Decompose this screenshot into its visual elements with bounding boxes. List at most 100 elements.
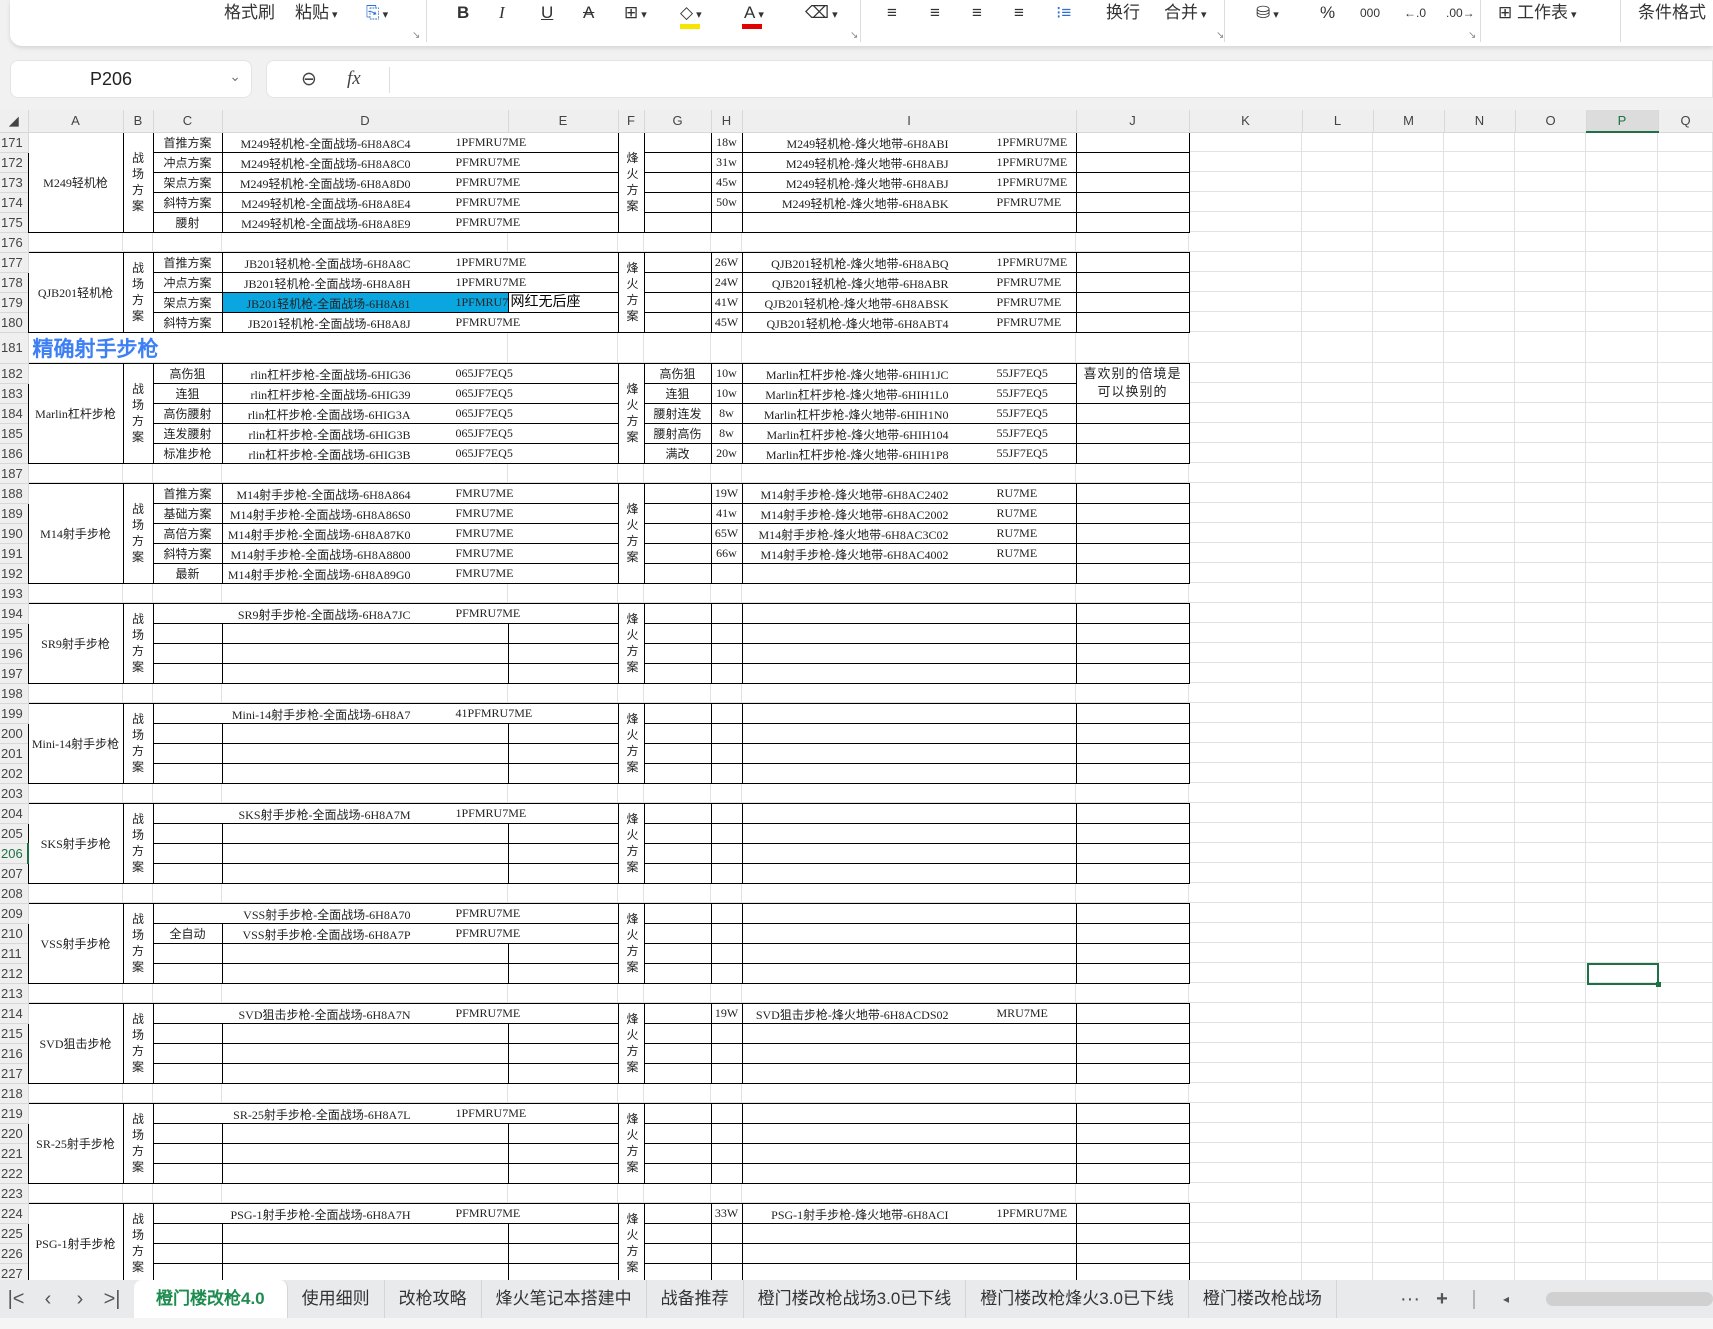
cell[interactable] xyxy=(1189,983,1302,1003)
cell[interactable] xyxy=(1515,563,1586,583)
zoom-out-icon[interactable]: ⊖ xyxy=(301,68,317,91)
cell[interactable] xyxy=(1586,643,1658,663)
cell[interactable] xyxy=(1075,1042,1190,1064)
cell[interactable] xyxy=(1076,332,1189,363)
battlefield-code[interactable]: M249轻机枪-全面战场-6H8A8C0 PFMRU7ME xyxy=(221,151,619,173)
column-header-G[interactable]: G xyxy=(644,110,712,133)
cell[interactable] xyxy=(1302,783,1373,803)
beacon-scheme-label[interactable] xyxy=(643,1022,712,1044)
beacon-scheme-label[interactable] xyxy=(643,562,712,584)
cell[interactable] xyxy=(1302,723,1373,743)
cell[interactable] xyxy=(1444,1243,1515,1263)
sheet-tab[interactable]: 使用细则 xyxy=(288,1280,385,1318)
cell[interactable] xyxy=(711,1183,742,1203)
cell[interactable] xyxy=(1189,1203,1302,1223)
copy-icon[interactable]: ⎘ ▾ xyxy=(366,2,388,26)
row-header-177[interactable]: 177 xyxy=(0,252,29,273)
cell[interactable] xyxy=(644,463,711,483)
row-header-202[interactable]: 202 xyxy=(0,763,29,784)
cell[interactable] xyxy=(1302,1203,1373,1223)
font-color-icon[interactable]: A ▾ xyxy=(742,2,764,29)
row-header-212[interactable]: 212 xyxy=(0,963,29,984)
row-header-217[interactable]: 217 xyxy=(0,1063,29,1084)
beacon-code[interactable]: Marlin杠杆步枪-烽火地带-6HIH1L0 55JF7EQ5 xyxy=(741,382,1077,404)
cell[interactable] xyxy=(1444,663,1515,683)
cell[interactable] xyxy=(1075,702,1190,724)
scheme-label[interactable]: 冲点方案 xyxy=(152,271,223,293)
cell[interactable] xyxy=(1586,543,1658,563)
cell[interactable] xyxy=(1075,151,1190,173)
scheme-label[interactable] xyxy=(152,862,223,884)
cell[interactable] xyxy=(1658,312,1713,332)
cell[interactable] xyxy=(1444,823,1515,843)
cell[interactable] xyxy=(1189,272,1302,292)
cell[interactable] xyxy=(742,883,1076,903)
cell[interactable] xyxy=(1658,703,1713,723)
cell[interactable] xyxy=(123,463,153,483)
battlefield-code[interactable]: M249轻机枪-全面战场-6H8A8E9 PFMRU7ME xyxy=(221,211,619,233)
cell[interactable] xyxy=(1189,1163,1302,1183)
cell[interactable] xyxy=(1515,923,1586,943)
battlefield-code[interactable]: rlin杠杆步枪-全面战场-6HIG39 065JF7EQ5 xyxy=(221,382,619,404)
cell[interactable] xyxy=(1658,212,1713,232)
cell[interactable] xyxy=(1302,843,1373,863)
battlefield-code[interactable]: M249轻机枪-全面战场-6H8A8E4 PFMRU7ME xyxy=(221,191,619,213)
price-value[interactable] xyxy=(710,602,743,624)
cell[interactable] xyxy=(1373,1203,1444,1223)
cell[interactable] xyxy=(1302,803,1373,823)
cell[interactable] xyxy=(1658,483,1713,503)
cell[interactable] xyxy=(1586,1123,1658,1143)
cell[interactable] xyxy=(1373,623,1444,643)
cell[interactable] xyxy=(1444,332,1515,363)
beacon-scheme-label[interactable] xyxy=(643,922,712,944)
beacon-code[interactable]: SVD狙击步枪-烽火地带-6H8ACDS02 MRU7ME xyxy=(741,1002,1077,1024)
cell[interactable] xyxy=(1515,1163,1586,1183)
cell[interactable] xyxy=(1586,443,1658,463)
cell[interactable] xyxy=(1075,402,1190,424)
column-header-L[interactable]: L xyxy=(1302,110,1374,133)
cell[interactable] xyxy=(1189,963,1302,983)
beacon-scheme-label[interactable] xyxy=(643,502,712,524)
cell[interactable] xyxy=(1189,463,1302,483)
row-header-200[interactable]: 200 xyxy=(0,723,29,744)
row-header-196[interactable]: 196 xyxy=(0,643,29,664)
cell[interactable] xyxy=(1189,1223,1302,1243)
cell[interactable] xyxy=(1515,663,1586,683)
beacon-code[interactable]: Marlin杠杆步枪-烽火地带-6HIH1P8 55JF7EQ5 xyxy=(741,442,1077,464)
beacon-code[interactable] xyxy=(741,602,1077,624)
cell[interactable] xyxy=(507,822,619,844)
row-header-187[interactable]: 187 xyxy=(0,463,29,484)
beacon-code[interactable] xyxy=(741,902,1077,924)
row-header-195[interactable]: 195 xyxy=(0,623,29,644)
battlefield-code[interactable] xyxy=(221,1062,509,1084)
battlefield-code[interactable]: SR-25射手步枪-全面战场-6H8A7L 1PFMRU7ME xyxy=(152,1102,619,1124)
distributed-align-icon[interactable]: ⁝≡ xyxy=(1056,2,1071,24)
cell[interactable] xyxy=(1586,463,1658,483)
cell[interactable] xyxy=(1075,762,1190,784)
cell[interactable] xyxy=(1444,463,1515,483)
beacon-code[interactable]: PSG-1射手步枪-烽火地带-6H8ACI 1PFMRU7ME xyxy=(741,1202,1077,1224)
cell[interactable] xyxy=(1658,132,1713,152)
cell[interactable] xyxy=(1658,463,1713,483)
cell[interactable] xyxy=(1302,743,1373,763)
cell[interactable] xyxy=(123,232,153,252)
cell[interactable] xyxy=(1075,1062,1190,1084)
cell[interactable] xyxy=(1302,623,1373,643)
row-header-193[interactable]: 193 xyxy=(0,583,29,604)
cell[interactable] xyxy=(1586,923,1658,943)
cell[interactable] xyxy=(1586,172,1658,192)
cell[interactable] xyxy=(1302,863,1373,883)
price-value[interactable]: 24W xyxy=(710,271,743,293)
cell[interactable] xyxy=(1076,463,1189,483)
beacon-code[interactable]: QJB201轻机枪-烽火地带-6H8ABR PFMRU7ME xyxy=(741,271,1077,293)
cell[interactable] xyxy=(1373,803,1444,823)
battlefield-code[interactable]: VSS射手步枪-全面战场-6H8A70 PFMRU7ME xyxy=(152,902,619,924)
cell[interactable] xyxy=(1373,703,1444,723)
price-value[interactable] xyxy=(710,842,743,864)
beacon-scheme-label[interactable] xyxy=(643,742,712,764)
cell[interactable] xyxy=(1373,152,1444,172)
cell[interactable] xyxy=(1373,843,1444,863)
cell[interactable] xyxy=(1658,1223,1713,1243)
row-header-225[interactable]: 225 xyxy=(0,1223,29,1244)
selected-cell-P206[interactable] xyxy=(1587,963,1661,987)
